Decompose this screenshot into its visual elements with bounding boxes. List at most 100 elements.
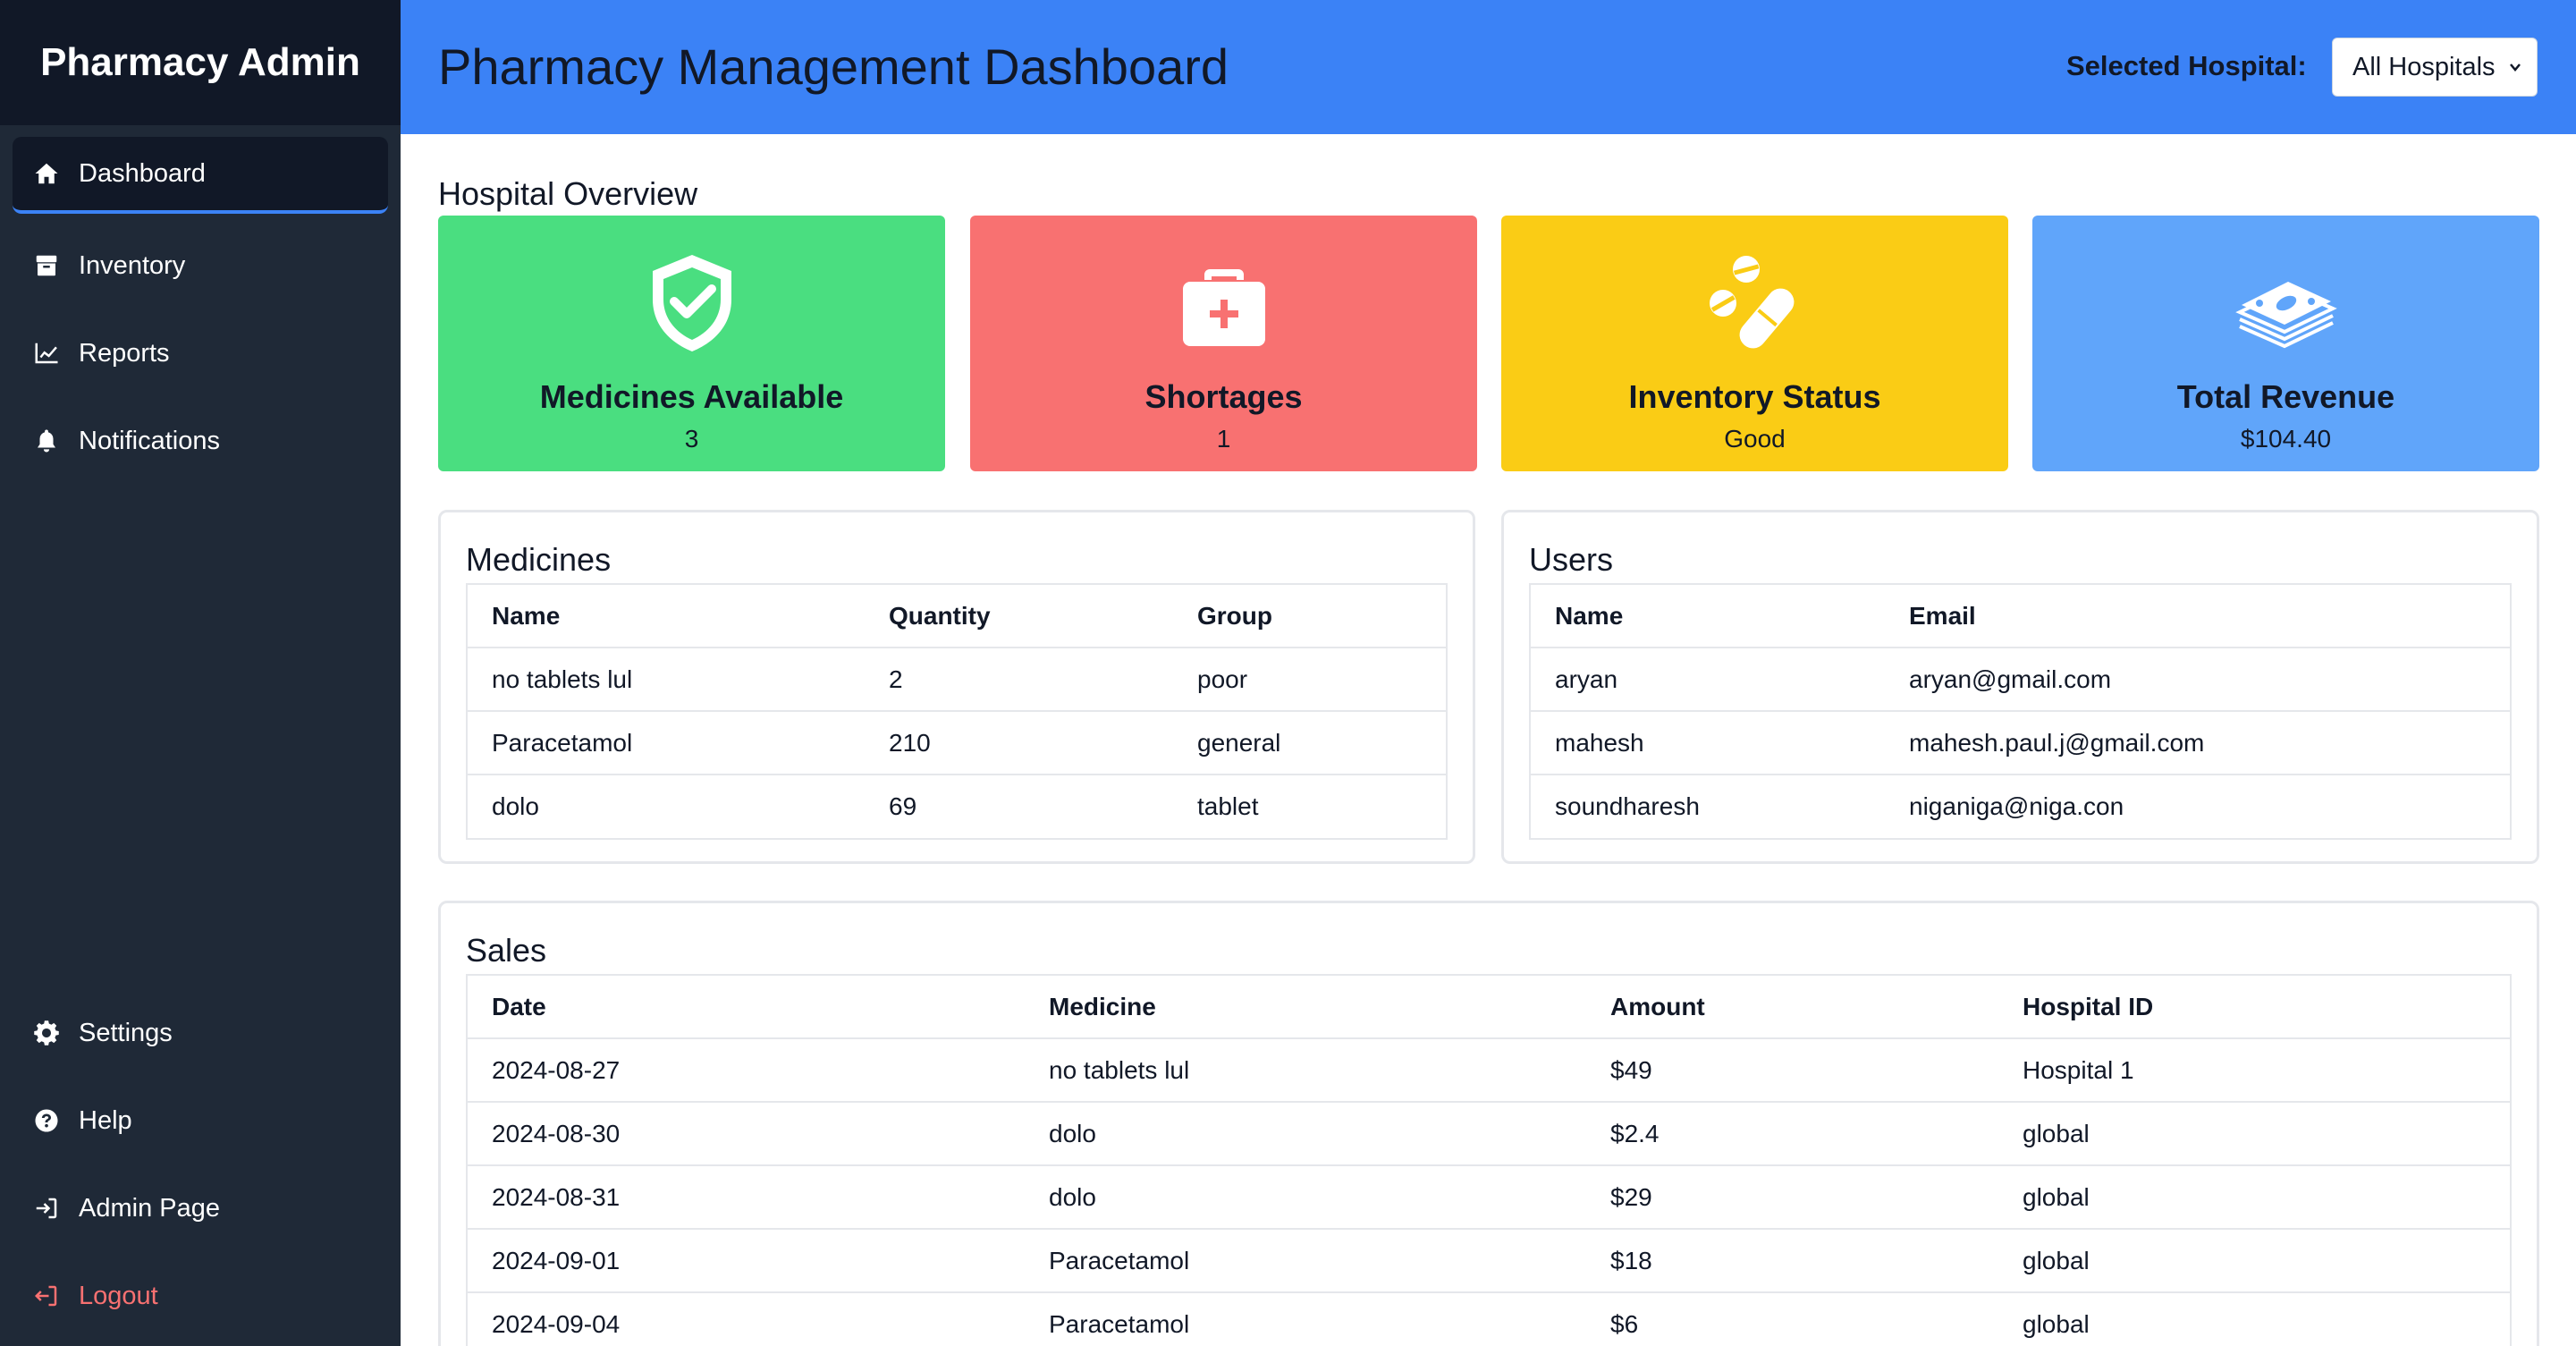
sidebar-item-admin-page[interactable]: Admin Page bbox=[13, 1170, 388, 1247]
panel-title: Medicines bbox=[466, 541, 612, 578]
medicines-panel: Medicines Name Quantity Group no tablets… bbox=[438, 510, 1475, 864]
chevron-down-icon bbox=[2510, 63, 2521, 72]
card-value: Good bbox=[1724, 425, 1786, 453]
table-cell: $18 bbox=[1586, 1229, 1998, 1293]
sidebar: Pharmacy Admin Dashboard Inventory Repor… bbox=[0, 0, 401, 1346]
card-title: Total Revenue bbox=[2176, 378, 2395, 415]
gear-icon bbox=[32, 1019, 61, 1047]
table-cell: mahesh.paul.j@gmail.com bbox=[1885, 711, 2510, 775]
hospital-select-label: Selected Hospital: bbox=[2066, 50, 2307, 81]
table-cell: Hospital 1 bbox=[1998, 1038, 2510, 1103]
table-cell: no tablets lul bbox=[1025, 1038, 1586, 1103]
chart-line-icon bbox=[32, 339, 61, 368]
table-cell: Paracetamol bbox=[468, 711, 865, 775]
overview-title: Hospital Overview bbox=[438, 175, 698, 212]
table-cell: 2024-09-04 bbox=[492, 1310, 621, 1338]
card-title: Medicines Available bbox=[539, 378, 844, 415]
hospital-select-value: All Hospitals bbox=[2352, 52, 2496, 81]
column-header: Quantity bbox=[865, 585, 1173, 648]
table-cell: general bbox=[1173, 711, 1446, 775]
table-cell: global bbox=[1998, 1229, 2510, 1293]
table-row: mahesh mahesh.paul.j@gmail.com bbox=[1531, 711, 2510, 775]
home-icon bbox=[32, 159, 61, 188]
table-cell: soundharesh bbox=[1555, 792, 1700, 820]
page-title: Pharmacy Management Dashboard bbox=[438, 38, 1229, 95]
column-header: Hospital ID bbox=[1998, 976, 2510, 1039]
card-title: Inventory Status bbox=[1628, 378, 1881, 415]
table-cell: poor bbox=[1173, 648, 1446, 712]
table-header-row: Name Quantity Group bbox=[468, 585, 1446, 648]
card-value: $104.40 bbox=[2240, 425, 2332, 453]
table-cell: 69 bbox=[889, 792, 917, 820]
header: Pharmacy Management Dashboard Selected H… bbox=[401, 0, 2576, 134]
table-cell: 2024-08-30 bbox=[468, 1102, 1025, 1166]
table-header-row: Date Medicine Amount Hospital ID bbox=[468, 976, 2510, 1039]
table-row: 2024-09-04 Paracetamol $6 global bbox=[468, 1292, 2510, 1346]
sidebar-item-notifications[interactable]: Notifications bbox=[13, 402, 388, 479]
sidebar-item-label: Logout bbox=[79, 1281, 158, 1310]
table-header-row: Name Email bbox=[1531, 585, 2510, 648]
medicines-table: Name Quantity Group no tablets lul 2 poo… bbox=[468, 585, 1446, 838]
medkit-icon bbox=[1170, 250, 1278, 357]
table-cell: Paracetamol bbox=[1049, 1310, 1190, 1338]
logout-button[interactable]: Logout bbox=[13, 1257, 388, 1334]
sidebar-item-inventory[interactable]: Inventory bbox=[13, 227, 388, 304]
table-cell: $2.4 bbox=[1586, 1102, 1998, 1166]
panel-title: Sales bbox=[466, 932, 547, 969]
sidebar-item-label: Inventory bbox=[79, 250, 186, 280]
sidebar-item-help[interactable]: Help bbox=[13, 1082, 388, 1159]
column-header: Email bbox=[1885, 585, 2510, 648]
sidebar-item-label: Help bbox=[79, 1105, 132, 1135]
bell-icon bbox=[32, 427, 61, 455]
card-shortages: Shortages 1 bbox=[970, 216, 1477, 471]
card-total-revenue: Total Revenue $104.40 bbox=[2032, 216, 2539, 471]
medicines-table-wrap: Name Quantity Group no tablets lul 2 poo… bbox=[466, 583, 1448, 840]
table-row: 2024-09-01 Paracetamol $18 global bbox=[468, 1229, 2510, 1293]
card-title: Shortages bbox=[1144, 378, 1303, 415]
card-value: 3 bbox=[684, 425, 699, 453]
table-cell: $6 bbox=[1610, 1310, 1639, 1338]
column-header: Group bbox=[1173, 585, 1446, 648]
app: Pharmacy Admin Dashboard Inventory Repor… bbox=[0, 0, 2576, 1346]
sign-in-icon bbox=[32, 1194, 61, 1223]
table-row: 2024-08-31 dolo $29 global bbox=[468, 1165, 2510, 1230]
table-cell: Paracetamol bbox=[1025, 1229, 1586, 1293]
column-header: Date bbox=[468, 976, 1025, 1039]
users-table: Name Email aryan aryan@gmail.com mahesh … bbox=[1531, 585, 2510, 838]
card-value: 1 bbox=[1216, 425, 1231, 453]
table-cell: dolo bbox=[1025, 1102, 1586, 1166]
sidebar-item-label: Admin Page bbox=[79, 1193, 220, 1223]
shield-check-icon bbox=[638, 250, 746, 357]
brand-title: Pharmacy Admin bbox=[0, 0, 401, 125]
sidebar-item-label: Settings bbox=[79, 1018, 173, 1047]
card-inventory-status: Inventory Status Good bbox=[1501, 216, 2008, 471]
table-cell: 2024-08-27 bbox=[468, 1038, 1025, 1103]
table-cell: global bbox=[1998, 1102, 2510, 1166]
table-cell: mahesh bbox=[1531, 711, 1885, 775]
table-cell: aryan bbox=[1531, 648, 1885, 712]
sales-table: Date Medicine Amount Hospital ID 2024-08… bbox=[468, 976, 2510, 1346]
sidebar-item-settings[interactable]: Settings bbox=[13, 995, 388, 1071]
table-cell: global bbox=[1998, 1165, 2510, 1230]
table-cell: 2024-08-31 bbox=[468, 1165, 1025, 1230]
sidebar-item-reports[interactable]: Reports bbox=[13, 315, 388, 392]
sign-out-icon bbox=[32, 1282, 61, 1310]
table-row: 2024-08-30 dolo $2.4 global bbox=[468, 1102, 2510, 1166]
table-row: aryan aryan@gmail.com bbox=[1531, 648, 2510, 712]
box-icon bbox=[32, 251, 61, 280]
hospital-select[interactable]: All Hospitals bbox=[2332, 38, 2538, 97]
table-cell: no tablets lul bbox=[468, 648, 865, 712]
table-row: 2024-08-27 no tablets lul $49 Hospital 1 bbox=[468, 1038, 2510, 1103]
column-header: Name bbox=[1531, 585, 1885, 648]
table-cell: $49 bbox=[1586, 1038, 1998, 1103]
table-cell: 2 bbox=[865, 648, 1173, 712]
sidebar-item-dashboard[interactable]: Dashboard bbox=[13, 137, 388, 214]
sidebar-item-label: Notifications bbox=[79, 426, 220, 455]
panel-title: Users bbox=[1529, 541, 1614, 578]
table-cell: dolo bbox=[492, 792, 539, 820]
table-row: no tablets lul 2 poor bbox=[468, 648, 1446, 712]
sidebar-item-label: Dashboard bbox=[79, 158, 206, 188]
column-header: Amount bbox=[1586, 976, 1998, 1039]
question-circle-icon bbox=[32, 1106, 61, 1135]
table-cell: aryan@gmail.com bbox=[1885, 648, 2510, 712]
